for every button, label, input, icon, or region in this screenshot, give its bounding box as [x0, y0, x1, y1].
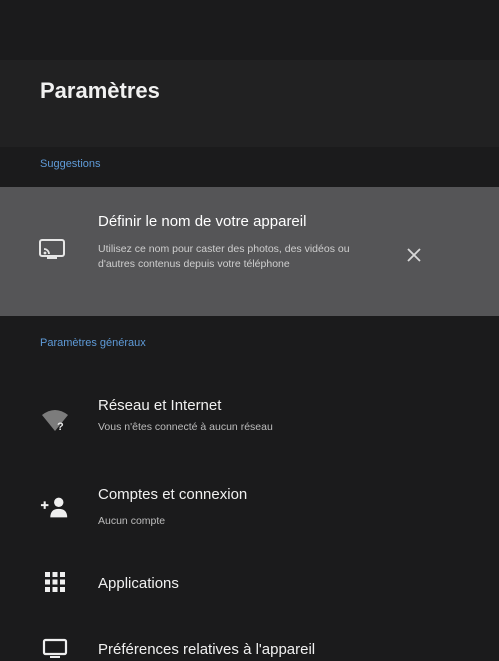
suggestion-description: Utilisez ce nom pour caster des photos, … — [98, 243, 350, 270]
item-subtitle-network: Vous n'êtes connecté à aucun réseau — [98, 421, 273, 433]
item-title-device-preferences: Préférences relatives à l'appareil — [98, 641, 316, 658]
wifi-question-icon: ? — [40, 405, 70, 435]
item-title-network: Réseau et Internet — [98, 397, 222, 414]
item-subtitle-accounts: Aucun compte — [98, 515, 166, 527]
item-title-apps: Applications — [98, 575, 179, 592]
dismiss-suggestion-button[interactable] — [403, 244, 425, 266]
add-account-icon — [40, 492, 70, 522]
tv-display-icon — [40, 636, 70, 661]
settings-item-apps[interactable]: Applications — [0, 560, 499, 608]
page-title: Paramètres — [40, 78, 160, 103]
suggestion-title: Définir le nom de votre appareil — [98, 213, 307, 230]
cast-screen-icon — [38, 237, 66, 261]
settings-item-device-preferences[interactable]: Préférences relatives à l'appareil — [0, 632, 499, 661]
apps-grid-icon — [40, 567, 70, 597]
svg-text:?: ? — [57, 421, 64, 433]
section-label-suggestions: Suggestions — [40, 158, 101, 170]
settings-item-accounts[interactable]: Comptes et connexion Aucun compte — [0, 475, 499, 535]
item-title-accounts: Comptes et connexion — [98, 486, 248, 503]
close-icon — [407, 248, 421, 262]
settings-item-network[interactable]: ? Réseau et Internet Vous n'êtes connect… — [0, 385, 499, 445]
section-label-general: Paramètres généraux — [40, 337, 146, 349]
status-area — [0, 0, 499, 60]
